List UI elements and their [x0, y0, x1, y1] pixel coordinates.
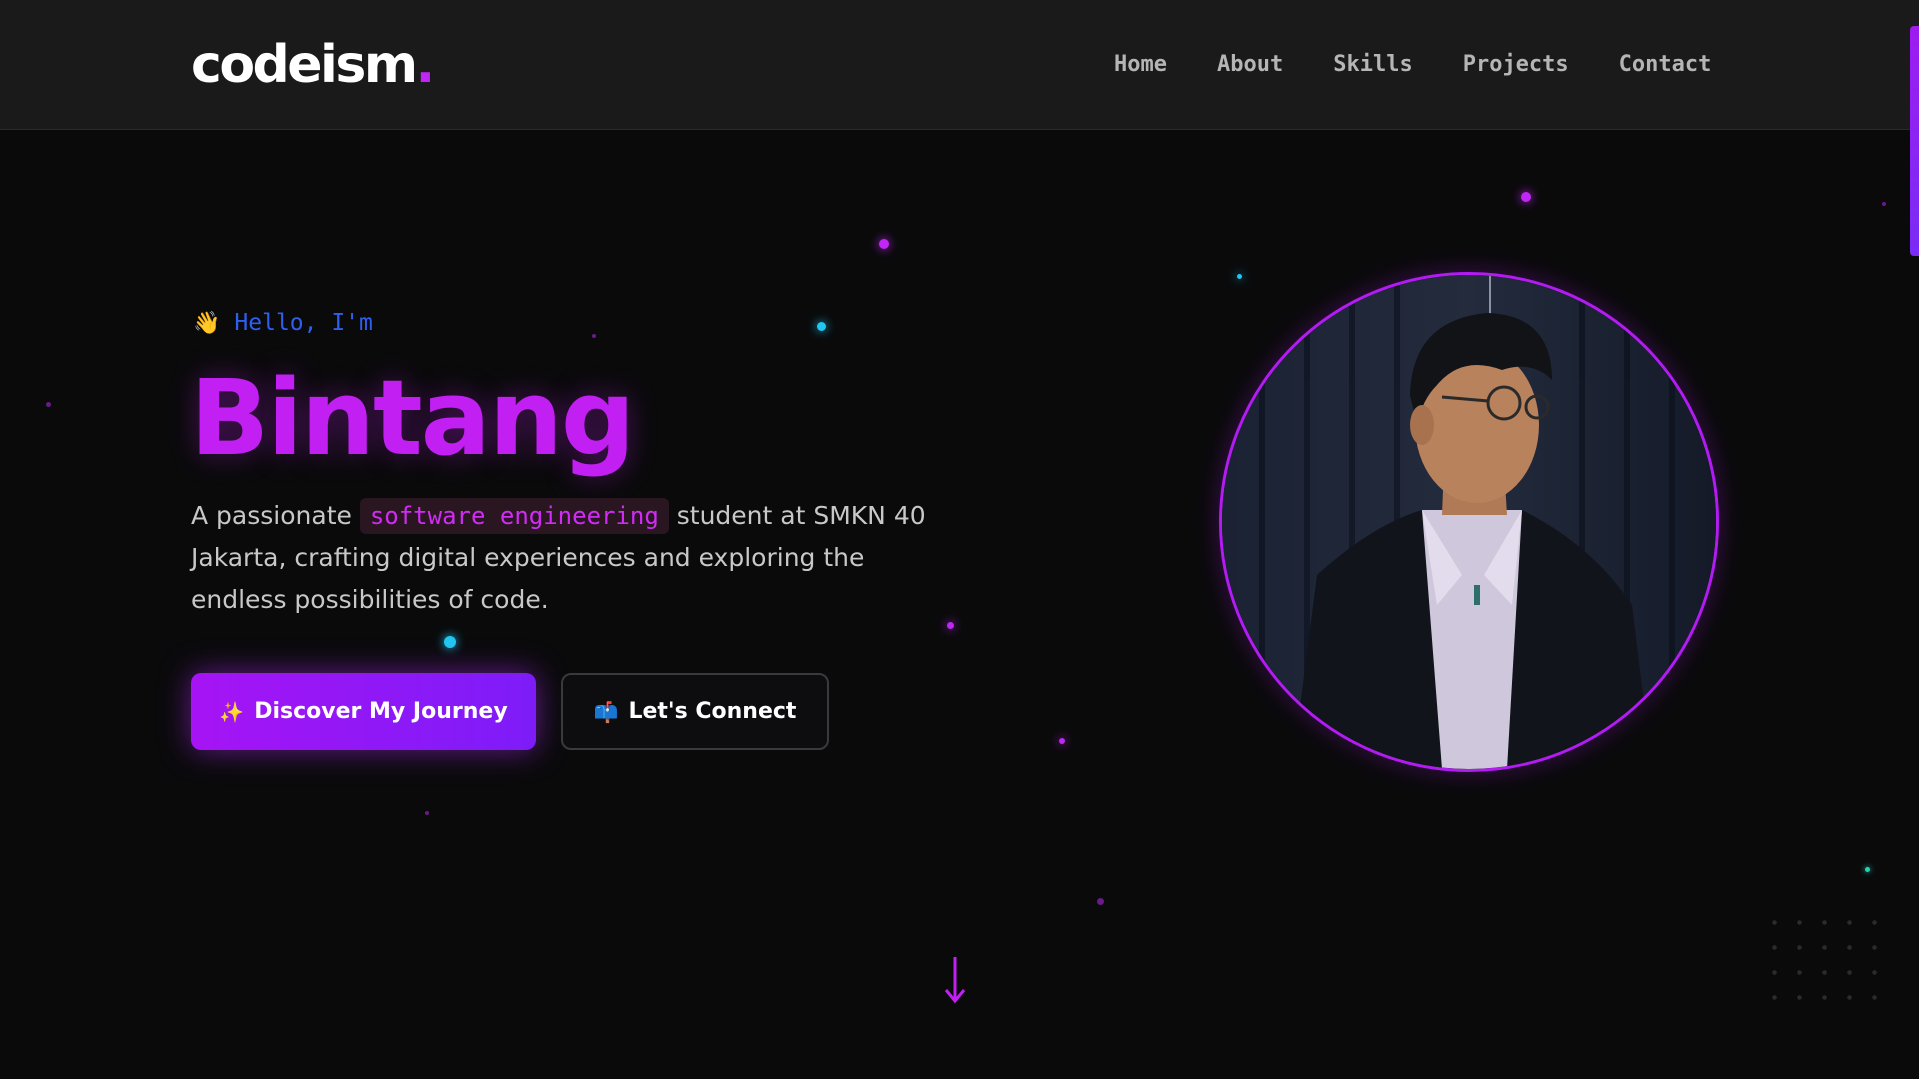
hero-description: A passionate software engineering studen…	[191, 495, 951, 621]
greeting: 👋 Hello, I'm	[193, 308, 373, 338]
logo-text: codeism	[191, 35, 418, 95]
lets-connect-button[interactable]: 📫 Let's Connect	[561, 673, 829, 750]
dot-grid-decoration	[1762, 910, 1882, 1020]
logo-dot: .	[415, 35, 436, 95]
hero-name: Bintang	[190, 357, 635, 479]
particle	[947, 622, 954, 629]
particle	[1059, 738, 1065, 744]
navbar: codeism. Home About Skills Projects Cont…	[0, 0, 1919, 130]
highlight-badge: software engineering	[359, 498, 669, 534]
particle	[1521, 192, 1531, 202]
particle	[879, 239, 889, 249]
particle	[46, 402, 51, 407]
button-label: Let's Connect	[628, 699, 797, 724]
arrow-down-icon[interactable]	[941, 955, 969, 1005]
nav-link-skills[interactable]: Skills	[1333, 50, 1412, 80]
particle	[1097, 898, 1104, 905]
nav-link-about[interactable]: About	[1217, 50, 1283, 80]
profile-photo	[1222, 275, 1716, 769]
nav-links: Home About Skills Projects Contact	[1114, 50, 1711, 80]
profile-avatar	[1219, 272, 1719, 772]
nav-link-home[interactable]: Home	[1114, 50, 1167, 80]
particle	[425, 811, 429, 815]
mailbox-icon: 📫	[593, 699, 619, 724]
particle	[1882, 202, 1886, 206]
description-text: A passionate	[191, 501, 360, 530]
sparkles-icon: ✨	[219, 699, 245, 724]
nav-link-contact[interactable]: Contact	[1619, 50, 1712, 80]
greeting-text: Hello, I'm	[234, 310, 373, 336]
nav-link-projects[interactable]: Projects	[1463, 50, 1569, 80]
particle	[817, 322, 826, 331]
waving-hand-icon: 👋	[193, 310, 221, 335]
button-label: Discover My Journey	[254, 699, 508, 724]
particle	[1237, 274, 1242, 279]
particle	[1865, 867, 1870, 872]
particle	[444, 636, 456, 648]
discover-journey-button[interactable]: ✨ Discover My Journey	[191, 673, 536, 750]
particle	[592, 334, 596, 338]
scroll-progress-bar	[1910, 26, 1919, 256]
site-logo[interactable]: codeism.	[191, 34, 436, 96]
